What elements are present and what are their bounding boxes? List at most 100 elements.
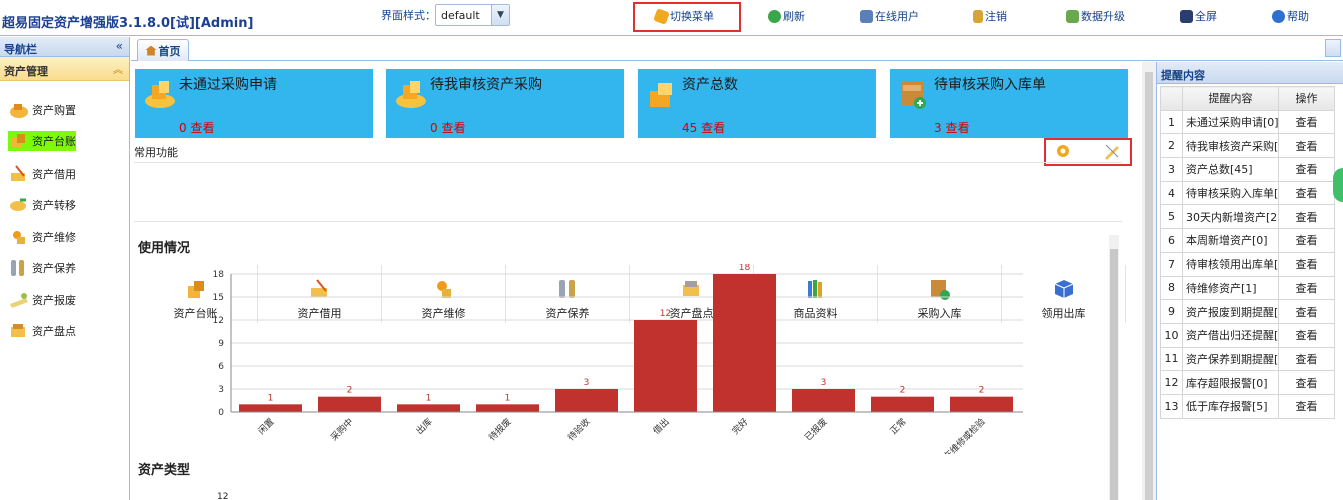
panel-toggle-button[interactable] xyxy=(1325,39,1341,57)
data-upgrade-label: 数据升级 xyxy=(1081,10,1125,23)
data-label: 2 xyxy=(979,386,985,396)
floating-side-button[interactable] xyxy=(1333,168,1343,202)
sidebar-item-label: 资产盘点 xyxy=(32,325,76,338)
sidebar-item-asset-maintenance[interactable]: 资产保养 xyxy=(8,258,76,278)
chart-scrollbar[interactable] xyxy=(1109,235,1119,500)
table-row: 8 待维修资产[1] 查看 xyxy=(1160,275,1335,301)
view-link[interactable]: 查看 xyxy=(1278,251,1335,277)
switch-menu-label: 切换菜单 xyxy=(670,10,714,23)
view-link[interactable]: 查看 xyxy=(1278,322,1335,348)
card-value[interactable]: 3 查看 xyxy=(934,119,969,136)
collapse-sidebar-icon[interactable]: « xyxy=(116,39,123,53)
theme-select-value: default xyxy=(441,9,480,22)
table-row: 6 本周新增资产[0] 查看 xyxy=(1160,228,1335,253)
x-tick-label: 闲置 xyxy=(256,416,277,437)
chevron-down-icon[interactable]: ▼ xyxy=(491,5,509,25)
sidebar-item-label: 资产保养 xyxy=(32,262,76,275)
y-tick-label: 9 xyxy=(218,339,224,349)
card-value[interactable]: 45 查看 xyxy=(682,119,725,136)
row-index: 2 xyxy=(1160,133,1183,159)
bar xyxy=(397,404,460,412)
reminder-content: 待维修资产[1] xyxy=(1182,275,1279,301)
row-index: 7 xyxy=(1160,251,1183,277)
online-users-button[interactable]: 在线用户 xyxy=(860,7,919,25)
view-link[interactable]: 查看 xyxy=(1278,275,1335,301)
table-row: 11资产保养到期提醒[1]查看 xyxy=(1160,346,1335,372)
reminder-content: 待我审核资产采购[0] xyxy=(1182,133,1279,159)
cabinet-add-icon xyxy=(901,81,926,109)
x-tick-label: 正常 xyxy=(887,416,908,437)
sidebar-item-label: 资产台账 xyxy=(32,135,76,148)
view-link[interactable]: 查看 xyxy=(1278,370,1335,395)
sidebar-item-asset-borrow[interactable]: 资产借用 xyxy=(8,164,76,184)
top-header: 超易固定资产增强版3.1.8.0[试][Admin] 界面样式： default… xyxy=(0,0,1343,36)
view-link[interactable]: 查看 xyxy=(1278,180,1335,206)
sidebar-item-asset-inventory[interactable]: 资产盘点 xyxy=(8,321,76,341)
row-index: 6 xyxy=(1160,228,1183,253)
view-link[interactable]: 查看 xyxy=(1278,299,1335,324)
reminder-content: 库存超限报警[0] xyxy=(1182,370,1279,395)
sidebar-title: 导航栏 xyxy=(4,43,37,56)
table-row: 13 低于库存报警[5] 查看 xyxy=(1160,393,1335,419)
bar xyxy=(713,274,776,412)
card-title: 待审核采购入库单 xyxy=(934,77,1046,93)
view-link[interactable]: 查看 xyxy=(1278,109,1335,135)
row-index: 13 xyxy=(1160,393,1183,419)
card-value[interactable]: 0 查看 xyxy=(430,119,465,136)
sidebar-item-asset-purchase[interactable]: 资产购置 xyxy=(8,100,76,120)
collapse-section-icon[interactable]: ︽ xyxy=(113,61,123,76)
tab-home-label: 首页 xyxy=(158,44,181,58)
summary-card-pending-my-review[interactable]: 待我审核资产采购 0 查看 xyxy=(386,69,624,138)
view-link[interactable]: 查看 xyxy=(1278,393,1335,419)
logout-button[interactable]: 注销 xyxy=(973,7,1007,25)
fullscreen-button[interactable]: 全屏 xyxy=(1180,7,1217,25)
stacked-boxes-icon xyxy=(650,83,672,107)
view-link[interactable]: 查看 xyxy=(1278,346,1335,372)
sidebar-item-asset-scrap[interactable]: 资产报废 xyxy=(8,290,76,310)
data-upgrade-button[interactable]: 数据升级 xyxy=(1066,7,1125,25)
bar xyxy=(555,389,618,412)
tab-bar: 首页 xyxy=(131,37,1343,61)
tab-home[interactable]: 首页 xyxy=(137,39,189,61)
theme-label: 界面样式： xyxy=(381,9,436,22)
bar xyxy=(476,404,539,412)
card-title: 待我审核资产采购 xyxy=(430,77,542,93)
theme-select[interactable]: default ▼ xyxy=(435,4,510,26)
column-header: 操作 xyxy=(1278,86,1335,111)
reminder-content: 资产保养到期提醒[1] xyxy=(1182,346,1279,372)
view-link[interactable]: 查看 xyxy=(1278,133,1335,159)
online-users-icon xyxy=(860,9,873,23)
summary-card-asset-total[interactable]: 资产总数 45 查看 xyxy=(638,69,876,138)
online-users-label: 在线用户 xyxy=(875,10,919,23)
main-scrollbar[interactable] xyxy=(1142,62,1156,500)
reminder-table: 提醒内容 操作 1未通过采购申请[0]查看2待我审核资产采购[0]查看3资产总数… xyxy=(1160,86,1335,419)
view-link[interactable]: 查看 xyxy=(1278,204,1335,230)
refresh-label: 刷新 xyxy=(783,10,805,23)
card-value[interactable]: 0 查看 xyxy=(179,119,214,136)
summary-card-rejected-purchase[interactable]: 未通过采购申请 0 查看 xyxy=(135,69,373,138)
view-link[interactable]: 查看 xyxy=(1278,157,1335,182)
view-link[interactable]: 查看 xyxy=(1278,228,1335,253)
card-title: 未通过采购申请 xyxy=(179,77,277,93)
sidebar-item-asset-ledger[interactable]: 资产台账 xyxy=(8,131,76,151)
sidebar-section-asset-management[interactable]: 资产管理 ︽ xyxy=(0,57,129,81)
summary-card-pending-stock-in[interactable]: 待审核采购入库单 3 查看 xyxy=(890,69,1128,138)
data-label: 1 xyxy=(505,393,511,403)
row-index: 3 xyxy=(1160,157,1183,182)
row-index: 5 xyxy=(1160,204,1183,230)
data-upgrade-icon xyxy=(1066,9,1079,23)
asset-type-section-title: 资产类型 xyxy=(138,463,191,478)
logout-icon xyxy=(973,9,983,23)
help-button[interactable]: 帮助 xyxy=(1272,7,1309,25)
settings-icon[interactable] xyxy=(1054,142,1072,160)
table-row: 4待审核采购入库单[3]查看 xyxy=(1160,180,1335,206)
card-title: 资产总数 xyxy=(682,77,738,93)
x-tick-label: 采购中 xyxy=(328,416,356,444)
sidebar-item-asset-repair[interactable]: 资产维修 xyxy=(8,227,76,247)
switch-menu-button[interactable]: 切换菜单 xyxy=(653,7,714,25)
reminder-content: 30天内新增资产[2] xyxy=(1182,204,1279,230)
asset-repair-icon xyxy=(8,227,30,247)
sidebar-item-asset-transfer[interactable]: 资产转移 xyxy=(8,195,76,215)
refresh-button[interactable]: 刷新 xyxy=(768,7,805,25)
edit-pencil-icon[interactable] xyxy=(1103,142,1121,160)
